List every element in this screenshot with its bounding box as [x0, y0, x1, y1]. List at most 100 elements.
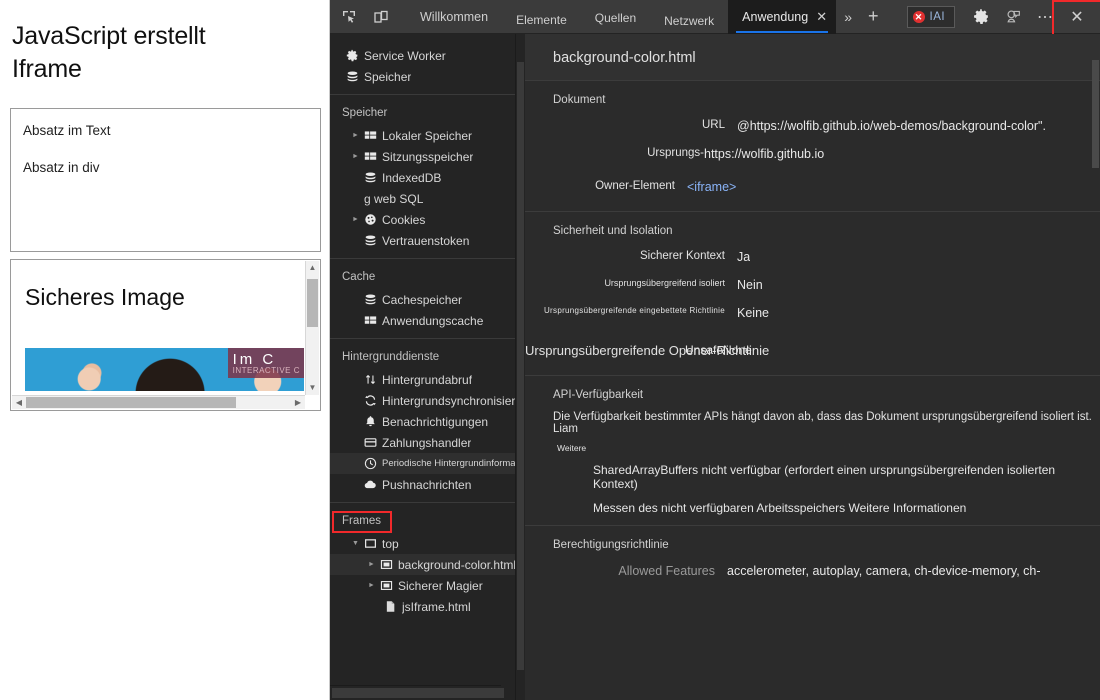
gear-icon[interactable]	[966, 4, 996, 30]
sidebar-item-vertrauenstoken[interactable]: Vertrauenstoken	[330, 230, 515, 251]
sidebar-scroll-area: Service Worker Speicher Speicher ►	[330, 34, 515, 684]
frame-node-background-color[interactable]: ► background-color.html	[330, 554, 515, 575]
table-icon	[364, 129, 382, 142]
splitter-handle[interactable]	[517, 62, 524, 670]
chevron-down-icon[interactable]: ▼	[352, 540, 364, 547]
add-tab-button[interactable]: +	[860, 6, 887, 27]
page-title-line1: JavaScript erstellt	[12, 22, 206, 50]
frame-node-label: jsIframe.html	[402, 600, 471, 614]
field-value: Ja	[737, 250, 750, 264]
field-url: URL @https://wolfib.github.io/web-demos/…	[525, 112, 1100, 140]
close-icon[interactable]: ✕	[1062, 4, 1092, 30]
feedback-icon[interactable]	[998, 4, 1028, 30]
more-tabs-icon[interactable]: »	[836, 9, 860, 25]
vertical-scroll-thumb[interactable]	[307, 279, 318, 327]
chevron-right-icon[interactable]: ►	[352, 153, 364, 160]
frame-node-label: top	[382, 537, 399, 551]
field-value[interactable]: @https://wolfib.github.io/web-demos/back…	[737, 119, 1046, 133]
sidebar-item-label: Anwendungscache	[382, 314, 483, 328]
chevron-right-icon[interactable]: ►	[368, 582, 380, 589]
tab-label: Elemente	[516, 13, 567, 27]
scroll-right-arrow-icon[interactable]: ▶	[291, 396, 305, 409]
field-value-owner-link[interactable]: <iframe>	[687, 180, 736, 194]
error-icon: ✕	[913, 11, 925, 23]
iframe-icon	[380, 558, 398, 571]
field-key: Owner-Element	[525, 180, 687, 192]
sidebar-item-cookies[interactable]: ► Cookies	[330, 209, 515, 230]
sidebar-item-lokaler-speicher[interactable]: ► Lokaler Speicher	[330, 125, 515, 146]
sidebar-item-web-sql[interactable]: g web SQL	[330, 188, 515, 209]
sidebar-item-label: Vertrauenstoken	[382, 234, 469, 248]
scroll-left-arrow-icon[interactable]: ◀	[12, 396, 26, 409]
more-options-icon[interactable]: ⋯	[1030, 4, 1060, 30]
sidebar-item-indexeddb[interactable]: IndexedDB	[330, 167, 515, 188]
watermark-subtext: INTERACTIVE C	[233, 366, 300, 375]
field-allowed-features: Allowed Features accelerometer, autoplay…	[525, 557, 1100, 585]
sidebar-item-sitzungsspeicher[interactable]: ► Sitzungsspeicher	[330, 146, 515, 167]
tab-elemente[interactable]: Elemente	[502, 0, 581, 34]
card-icon	[364, 436, 382, 449]
frame-node-top[interactable]: ▼ top	[330, 533, 515, 554]
scroll-down-arrow-icon[interactable]: ▼	[306, 381, 319, 395]
error-count-badge[interactable]: ✕ IAI	[907, 6, 956, 28]
sidebar-scroll-thumb[interactable]	[332, 688, 504, 698]
field-opener-richtlinie: Ursprungsübergreifende Opener-Richtlinie…	[525, 327, 1100, 365]
frame-node-jsiframe[interactable]: jsIframe.html	[330, 596, 515, 617]
frame-icon	[364, 537, 382, 550]
main-scroll-thumb[interactable]	[1092, 60, 1099, 168]
application-sidebar: Service Worker Speicher Speicher ►	[330, 34, 516, 700]
sidebar-item-label: Hintergrundabruf	[382, 373, 472, 387]
table-icon	[364, 314, 382, 327]
updown-arrows-icon	[364, 373, 382, 386]
field-value[interactable]: https://wolfib.github.io	[704, 147, 824, 161]
api-availability-more-link[interactable]: Weitere	[525, 435, 1100, 453]
field-owner-element: Owner-Element <iframe>	[525, 168, 1100, 201]
field-key: URL	[525, 119, 737, 131]
sidebar-item-anwendungscache[interactable]: Anwendungscache	[330, 310, 515, 331]
sidebar-item-hintergrundsynchronisierung[interactable]: Hintergrundsynchronisierung	[330, 390, 515, 411]
device-toolbar-icon[interactable]	[368, 4, 394, 30]
sidebar-item-label: IndexedDB	[382, 171, 441, 185]
tab-anwendung[interactable]: Anwendung ✕	[728, 0, 836, 34]
panel-splitter[interactable]	[516, 34, 525, 700]
sidebar-section-hintergrunddienste: Hintergrunddienste Hintergrundabruf	[330, 339, 515, 495]
paragraph-in-div: Absatz in div	[23, 160, 308, 175]
sidebar-item-pushnachrichten[interactable]: Pushnachrichten	[330, 474, 515, 495]
tab-close-icon[interactable]: ✕	[816, 9, 827, 25]
cookie-icon	[364, 213, 382, 226]
tab-label: Anwendung	[742, 10, 808, 24]
iframe-horizontal-scrollbar[interactable]: ◀ ▶	[12, 395, 305, 409]
sidebar-item-benachrichtigungen[interactable]: Benachrichtigungen	[330, 411, 515, 432]
iframe-vertical-scrollbar[interactable]: ▲ ▼	[305, 261, 319, 395]
sidebar-item-hintergrundabruf[interactable]: Hintergrundabruf	[330, 369, 515, 390]
main-vertical-scrollbar[interactable]	[1091, 34, 1100, 700]
sidebar-section-title: Cache	[330, 259, 515, 289]
horizontal-scroll-thumb[interactable]	[26, 397, 236, 408]
sidebar-item-zahlungshandler[interactable]: Zahlungshandler	[330, 432, 515, 453]
owner-element-tag: <iframe>	[687, 180, 736, 194]
tab-willkommen[interactable]: Willkommen	[406, 0, 502, 34]
sidebar-section-cache: Cache Cachespeicher	[330, 259, 515, 331]
group-berechtigungsrichtlinie: Berechtigungsrichtlinie Allowed Features…	[525, 526, 1100, 595]
inspect-element-icon[interactable]	[336, 4, 362, 30]
sidebar-horizontal-scrollbar[interactable]	[330, 685, 501, 700]
field-ursprung: Ursprungs- https://wolfib.github.io	[525, 140, 1100, 168]
secure-image-heading: Sicheres Image	[11, 260, 320, 311]
chevron-right-icon[interactable]: ►	[368, 561, 380, 568]
sidebar-item-speicher-top[interactable]: Speicher	[330, 66, 515, 87]
frame-node-sicherer-magier[interactable]: ► Sicherer Magier	[330, 575, 515, 596]
tab-quellen[interactable]: Quellen	[581, 0, 650, 34]
sidebar-item-service-worker[interactable]: Service Worker	[330, 45, 515, 66]
tab-netzwerk[interactable]: Netzwerk	[650, 0, 728, 34]
iframe-image-box: Sicheres Image Im C INTERACTIVE C ▲ ▼ ◀ …	[10, 259, 321, 411]
sync-icon	[364, 394, 382, 407]
sidebar-item-label: Benachrichtigungen	[382, 415, 488, 429]
sidebar-item-periodische-hintergrundinformationen[interactable]: Periodische Hintergrundinformationen sie…	[330, 453, 515, 474]
sidebar-item-cachespeicher[interactable]: Cachespeicher	[330, 289, 515, 310]
page-title-line2: Iframe	[12, 55, 82, 83]
sidebar-item-label: g web SQL	[364, 192, 423, 206]
chevron-right-icon[interactable]: ►	[352, 216, 364, 223]
scroll-up-arrow-icon[interactable]: ▲	[306, 261, 319, 275]
toolbar-right-actions: ⋯ ✕	[966, 4, 1100, 30]
chevron-right-icon[interactable]: ►	[352, 132, 364, 139]
